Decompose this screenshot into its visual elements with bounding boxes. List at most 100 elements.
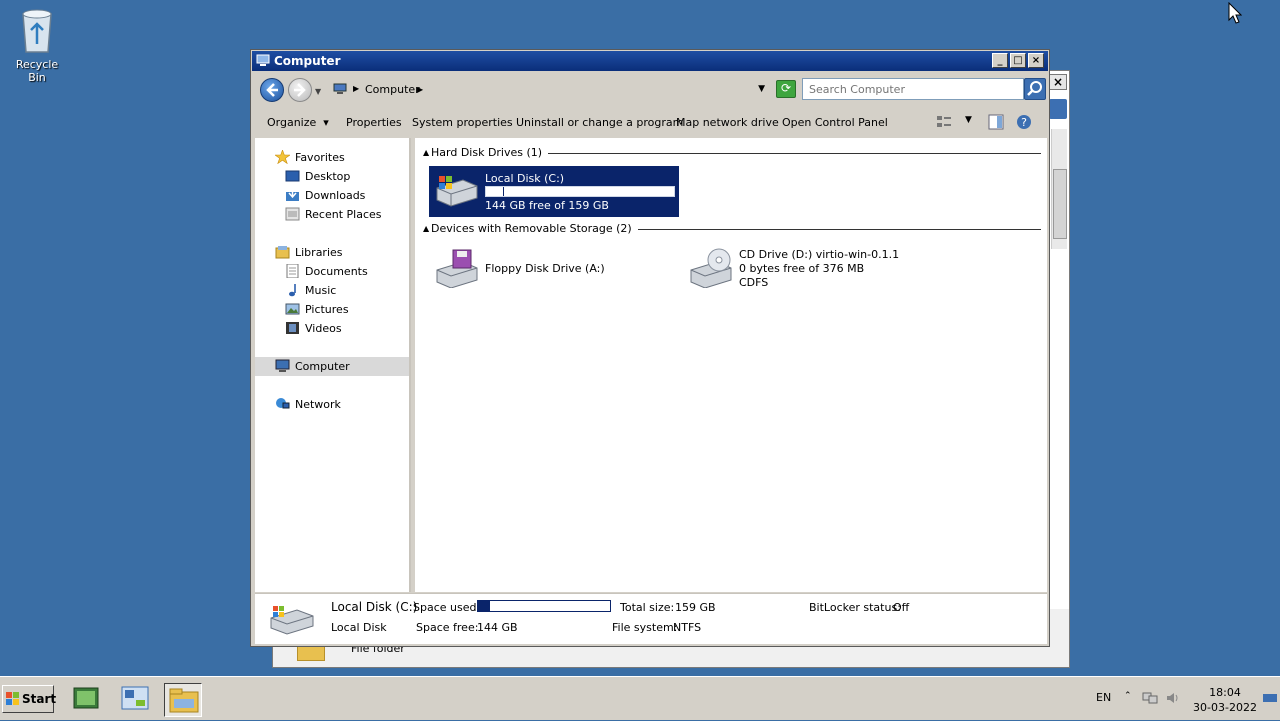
refresh-button[interactable]: ⟳ (776, 80, 796, 98)
command-bar: Organize ▾ Properties System properties … (252, 107, 1048, 137)
drive-c-name: Local Disk (C:) (485, 172, 565, 185)
nav-pictures[interactable]: Pictures (255, 300, 409, 319)
group-header-hard-disks[interactable]: ▲ Hard Disk Drives (1) (423, 146, 1041, 162)
show-hidden-icons-icon[interactable]: ⌃ (1124, 691, 1140, 705)
recycle-bin-icon (17, 6, 57, 54)
pictures-icon (285, 303, 300, 315)
back-button[interactable] (260, 78, 284, 102)
details-pane: Local Disk (C:) Local Disk Space used: S… (255, 593, 1047, 644)
total-size-label: Total size: (620, 601, 675, 614)
bitlocker-value: Off (893, 601, 910, 614)
group-header-removable[interactable]: ▲ Devices with Removable Storage (2) (423, 222, 1041, 238)
control-panel-icon (121, 686, 149, 710)
clock[interactable]: 18:04 30-03-2022 (1192, 685, 1258, 715)
search-button[interactable] (1024, 78, 1046, 100)
space-free-value: 144 GB (477, 621, 518, 634)
map-network-drive-button[interactable]: Map network drive (676, 116, 779, 129)
help-icon[interactable]: ? (1016, 114, 1032, 130)
drive-d-name: CD Drive (D:) virtio-win-0.1.1 (739, 248, 900, 261)
recycle-bin[interactable]: Recycle Bin (6, 6, 68, 84)
nav-network[interactable]: Network (255, 395, 409, 414)
nav-desktop[interactable]: Desktop (255, 167, 409, 186)
preview-pane-icon[interactable] (988, 114, 1004, 130)
maximize-button[interactable]: □ (1010, 53, 1026, 68)
nav-computer[interactable]: Computer (255, 357, 409, 376)
videos-icon (286, 322, 299, 334)
organize-button[interactable]: Organize ▾ (267, 116, 329, 129)
address-field[interactable]: ▶ Computer ▶ ▼ (328, 78, 770, 100)
taskbar-server-manager[interactable] (68, 683, 106, 717)
desktop-icon (285, 170, 300, 182)
recycle-bin-label: Recycle Bin (15, 58, 59, 84)
nav-music[interactable]: Music (255, 281, 409, 300)
drive-c-free: 144 GB free of 159 GB (485, 199, 609, 212)
computer-icon (333, 83, 347, 94)
details-name: Local Disk (C:) (331, 600, 418, 614)
details-type: Local Disk (331, 621, 387, 634)
drive-d-filesystem: CDFS (739, 276, 769, 289)
server-manager-icon (73, 687, 99, 709)
title-bar[interactable]: Computer _ □ × (252, 51, 1048, 71)
taskbar-windows-explorer[interactable] (164, 683, 202, 717)
minimize-button[interactable]: _ (992, 53, 1008, 68)
address-dropdown-icon[interactable]: ▼ (758, 84, 765, 94)
computer-icon (275, 359, 290, 372)
hard-drive-icon (436, 176, 478, 207)
drive-local-disk-c[interactable]: Local Disk (C:) 144 GB free of 159 GB (429, 166, 679, 217)
search-icon (1027, 81, 1042, 96)
hard-drive-icon (270, 606, 314, 635)
volume-icon[interactable] (1165, 691, 1181, 705)
properties-button[interactable]: Properties (346, 116, 402, 129)
system-properties-button[interactable]: System properties (412, 116, 513, 129)
svg-text:?: ? (1021, 116, 1027, 129)
nav-libraries[interactable]: Libraries (255, 243, 409, 262)
network-icon (276, 398, 290, 409)
nav-favorites[interactable]: Favorites (255, 148, 409, 167)
nav-videos[interactable]: Videos (255, 319, 409, 338)
arrow-right-icon (294, 83, 306, 97)
network-tray-icon[interactable] (1142, 691, 1158, 705)
windows-logo-icon (6, 692, 19, 705)
arrow-left-icon (266, 83, 278, 97)
window-title: Computer (274, 54, 341, 68)
view-dropdown-icon[interactable]: ▼ (965, 115, 972, 125)
close-button[interactable]: × (1028, 53, 1044, 68)
nav-recent-places[interactable]: Recent Places (255, 205, 409, 224)
open-control-panel-button[interactable]: Open Control Panel (782, 116, 888, 129)
collapse-triangle-icon[interactable]: ▲ (423, 224, 429, 233)
language-indicator[interactable]: EN (1096, 691, 1111, 704)
taskbar-control-panel[interactable] (117, 683, 155, 717)
drive-floppy-a[interactable]: Floppy Disk Drive (A:) (429, 242, 679, 292)
mouse-cursor-icon (1228, 2, 1242, 24)
recent-pages-dropdown[interactable]: ▼ (315, 87, 321, 96)
search-input[interactable] (803, 79, 1023, 99)
computer-icon (256, 54, 270, 66)
navigation-pane[interactable]: Favorites Desktop Downloads Recent Place… (255, 138, 411, 592)
space-free-label: Space free: (416, 621, 479, 634)
clock-time: 18:04 (1209, 686, 1241, 699)
breadcrumb-arrow-icon[interactable]: ▶ (417, 85, 423, 94)
bg-close-button[interactable]: × (1049, 74, 1067, 90)
bg-search-button[interactable] (1049, 99, 1067, 119)
file-system-label: File system: (612, 621, 678, 634)
search-box[interactable] (802, 78, 1024, 100)
nav-documents[interactable]: Documents (255, 262, 409, 281)
space-used-bar (477, 600, 611, 612)
start-button[interactable]: Start (2, 685, 56, 713)
view-options-icon[interactable] (936, 114, 952, 130)
forward-button[interactable] (288, 78, 312, 102)
computer-window[interactable]: Computer _ □ × ▼ ▶ Computer ▶ ▼ ⟳ Search… (250, 49, 1050, 647)
nav-downloads[interactable]: Downloads (255, 186, 409, 205)
show-desktop-icon[interactable] (1262, 691, 1278, 705)
taskbar: Start EN ⌃ 18:04 30-03-2022 (0, 676, 1280, 720)
content-pane[interactable]: ▲ Hard Disk Drives (1) Local Disk (C:) 1… (415, 138, 1047, 592)
uninstall-program-button[interactable]: Uninstall or change a program (516, 116, 683, 129)
bg-scrollbar[interactable] (1051, 129, 1067, 249)
drive-a-name: Floppy Disk Drive (A:) (485, 262, 605, 275)
breadcrumb-separator-icon[interactable]: ▶ (353, 84, 359, 93)
floppy-drive-icon (436, 249, 478, 288)
breadcrumb-computer[interactable]: Computer (365, 83, 420, 96)
collapse-triangle-icon[interactable]: ▲ (423, 148, 429, 157)
music-icon (289, 284, 296, 297)
drive-cd-d[interactable]: CD Drive (D:) virtio-win-0.1.1 0 bytes f… (683, 242, 933, 292)
